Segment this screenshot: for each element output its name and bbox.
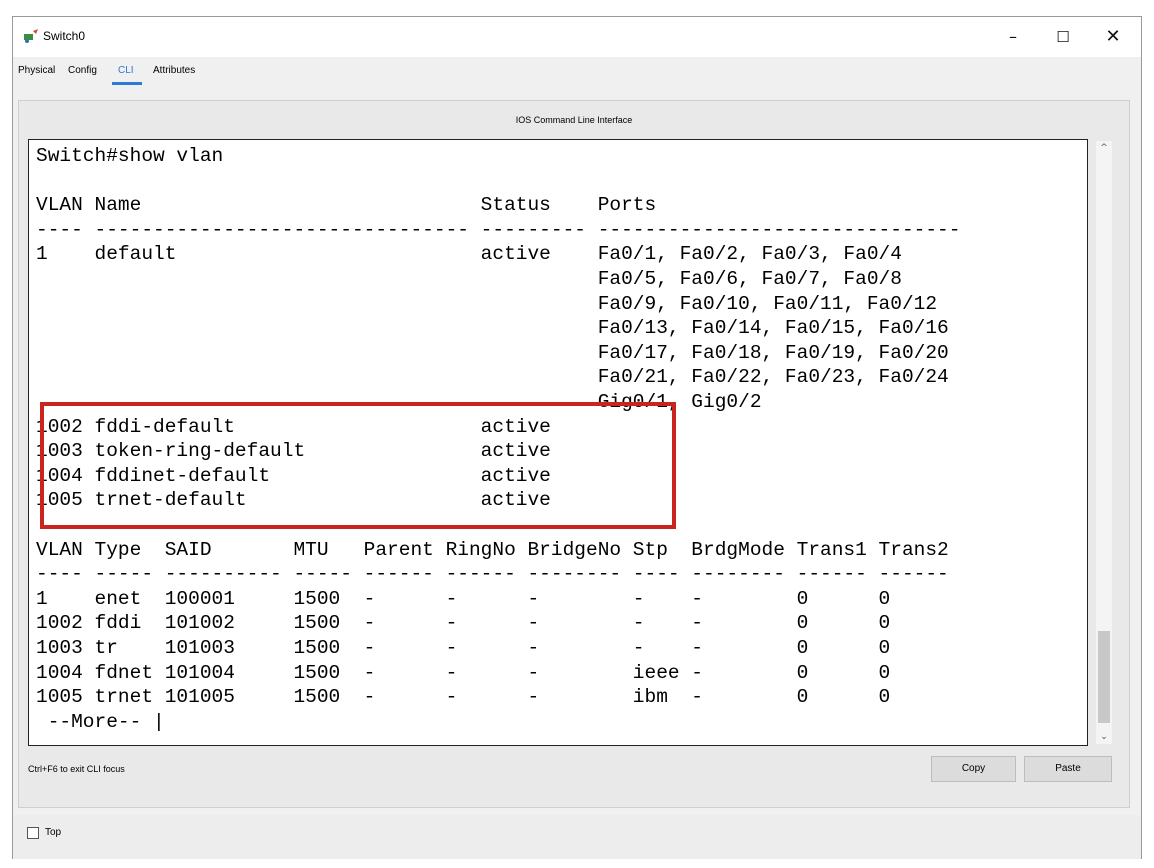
terminal-line: ---- ----- ---------- ----- ------ -----… [36,563,949,586]
terminal-line: Fa0/5, Fa0/6, Fa0/7, Fa0/8 [36,268,902,290]
terminal-line: Fa0/17, Fa0/18, Fa0/19, Fa0/20 [36,341,949,364]
copy-button[interactable]: Copy [931,756,1016,782]
scroll-down-icon[interactable]: ⌄ [1096,730,1112,744]
close-icon[interactable]: ✕ [1098,25,1128,49]
bottom-bar: Top [13,815,1141,859]
title-bar: Switch0 – ☐ ✕ [13,17,1141,57]
tab-config[interactable]: Config [68,58,97,84]
tab-cli[interactable]: CLI [118,58,134,84]
terminal-line: 1004 fdnet 101004 1500 - - - ieee - 0 0 [36,661,891,684]
top-checkbox-label: Top [45,827,62,838]
terminal-line: ---- -------------------------------- --… [36,218,961,241]
switch-icon [24,29,38,43]
scrollbar[interactable]: ^ ⌄ [1096,141,1112,744]
terminal-line: Switch#show vlan [36,145,224,167]
minimize-icon[interactable]: – [998,25,1028,49]
terminal-line: 1005 trnet 101005 1500 - - - ibm - 0 0 [36,686,891,709]
maximize-icon[interactable]: ☐ [1048,25,1078,49]
highlight-box [40,402,676,529]
panel-title: IOS Command Line Interface [515,115,633,125]
window-title: Switch0 [43,29,86,43]
terminal-line: 1 enet 100001 1500 - - - - - 0 0 [36,587,891,610]
terminal-line: VLAN Name Status Ports [36,194,657,217]
scroll-up-icon[interactable]: ^ [1096,141,1112,155]
terminal-line: VLAN Type SAID MTU Parent RingNo BridgeN… [36,538,949,561]
terminal-line: 1 default active Fa0/1, Fa0/2, Fa0/3, Fa… [36,243,902,266]
tab-physical[interactable]: Physical [18,58,55,84]
terminal-line: 1002 fddi 101002 1500 - - - - - 0 0 [36,612,891,635]
tab-attributes[interactable]: Attributes [153,58,195,84]
terminal-line: --More-- | [36,710,165,733]
cli-focus-hint: Ctrl+F6 to exit CLI focus [28,764,125,774]
paste-button[interactable]: Paste [1024,756,1112,782]
terminal-line: Fa0/13, Fa0/14, Fa0/15, Fa0/16 [36,317,949,340]
scroll-thumb[interactable] [1098,631,1110,723]
terminal-line: Fa0/9, Fa0/10, Fa0/11, Fa0/12 [36,292,938,315]
terminal-line: 1003 tr 101003 1500 - - - - - 0 0 [36,637,891,659]
top-checkbox[interactable] [27,827,39,839]
terminal-line: Fa0/21, Fa0/22, Fa0/23, Fa0/24 [36,366,949,389]
active-tab-indicator [112,82,142,85]
